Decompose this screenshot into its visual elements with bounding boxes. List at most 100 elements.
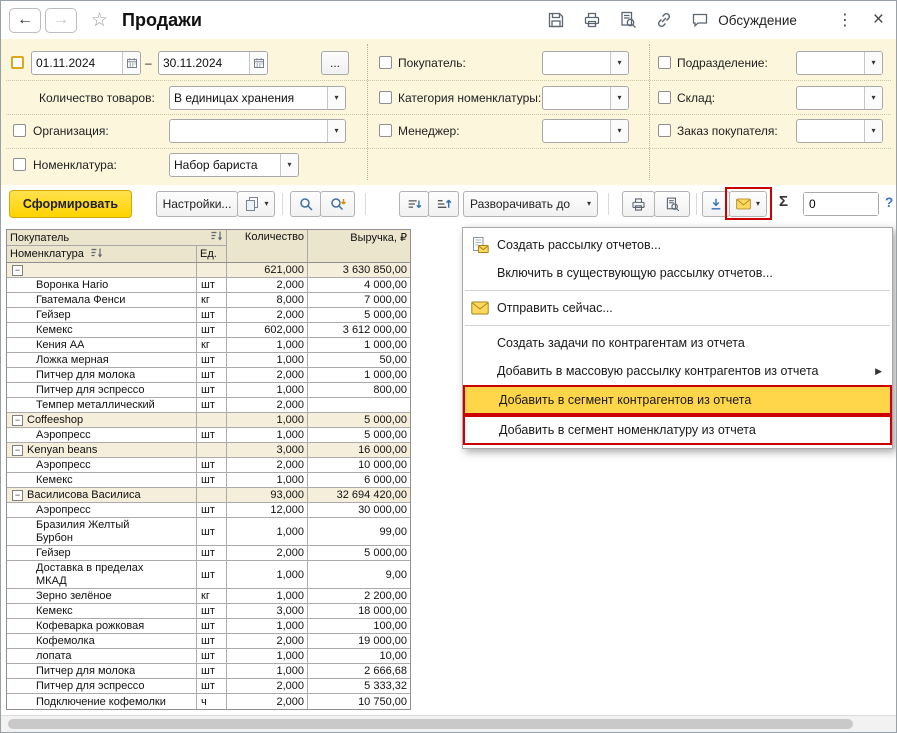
buyer-checkbox[interactable] [379,56,392,69]
manager-checkbox[interactable] [379,124,392,137]
nomenclature-combo[interactable]: Набор бариста ▾ [169,153,299,177]
collapse-minus-icon[interactable]: − [12,444,23,456]
group-row[interactable]: − Kenyan beans 3,000 16 000,00 [7,443,410,458]
sum-input[interactable] [804,193,878,215]
menu-item[interactable]: Отправить сейчас... [463,294,892,322]
expand-to-button[interactable]: Разворачивать до ▾ [463,191,598,217]
order-combo[interactable]: ▾ [796,119,883,143]
chevron-down-icon[interactable]: ▾ [864,87,882,109]
category-combo[interactable]: ▾ [542,86,629,110]
table-row[interactable]: Питчер для молока шт 1,000 2 666,68 [7,664,410,679]
organization-checkbox[interactable] [13,124,26,137]
date-from-field[interactable] [31,51,141,75]
department-combo[interactable]: ▾ [796,51,883,75]
period-checkbox[interactable] [11,56,24,69]
sort-icon[interactable] [210,230,223,245]
discussion-icon[interactable] [689,9,711,31]
organization-combo[interactable]: ▾ [169,119,346,143]
print-preview-button[interactable] [654,191,690,217]
group-row[interactable]: − Coffeeshop 1,000 5 000,00 [7,413,410,428]
collapse-minus-icon[interactable]: − [12,414,23,426]
table-row[interactable]: Аэропресс шт 1,000 5 000,00 [7,428,410,443]
table-row[interactable]: Аэропресс шт 2,000 10 000,00 [7,458,410,473]
chevron-down-icon[interactable]: ▾ [864,52,882,74]
menu-item[interactable]: Добавить в сегмент контрагентов из отчет… [465,387,890,413]
date-to-input[interactable] [159,52,249,74]
print-icon[interactable] [581,9,603,31]
help-button[interactable]: ? [885,195,893,210]
group-row[interactable]: − 621,000 3 630 850,00 [7,263,410,278]
sum-sigma-button[interactable]: Σ [779,193,788,210]
sum-field[interactable] [803,192,879,216]
collapse-minus-icon[interactable]: − [12,489,23,501]
warehouse-combo[interactable]: ▾ [796,86,883,110]
horizontal-scrollbar[interactable] [1,715,896,732]
date-to-field[interactable] [158,51,268,75]
table-row[interactable]: Темпер металлический шт 2,000 [7,398,410,413]
date-from-input[interactable] [32,52,122,74]
department-checkbox[interactable] [658,56,671,69]
table-row[interactable]: Питчер для молока шт 2,000 1 000,00 [7,368,410,383]
table-row[interactable]: Аэропресс шт 12,000 30 000,00 [7,503,410,518]
chevron-down-icon[interactable]: ▾ [327,120,345,142]
back-button[interactable]: ← [9,7,41,33]
table-row[interactable]: Ложка мерная шт 1,000 50,00 [7,353,410,368]
collapse-levels-button[interactable] [399,191,429,217]
menu-item[interactable]: Создать рассылку отчетов... [463,231,892,259]
collapse-minus-icon[interactable]: − [12,264,23,276]
discussion-label[interactable]: Обсуждение [718,13,797,28]
chevron-down-icon[interactable]: ▾ [327,87,345,109]
group-row[interactable]: − Василисова Василиса 93,000 32 694 420,00 [7,488,410,503]
expand-levels-button[interactable] [428,191,459,217]
table-row[interactable]: Питчер для эспрессо шт 1,000 800,00 [7,383,410,398]
chevron-down-icon[interactable]: ▾ [864,120,882,142]
table-row[interactable]: Кемекс шт 1,000 6 000,00 [7,473,410,488]
nomenclature-checkbox[interactable] [13,158,26,171]
table-row[interactable]: Гейзер шт 2,000 5 000,00 [7,308,410,323]
table-row[interactable]: Кемекс шт 3,000 18 000,00 [7,604,410,619]
manager-combo[interactable]: ▾ [542,119,629,143]
search-next-button[interactable] [320,191,355,217]
menu-item[interactable]: Добавить в массовую рассылку контрагенто… [463,357,892,385]
table-row[interactable]: Кения АА кг 1,000 1 000,00 [7,338,410,353]
search-button[interactable] [290,191,321,217]
table-row[interactable]: Кофеварка рожковая шт 1,000 100,00 [7,619,410,634]
table-row[interactable]: Подключение кофемолки ч 2,000 10 750,00 [7,694,410,709]
save-icon[interactable] [545,9,567,31]
sort-icon[interactable] [90,247,103,262]
order-checkbox[interactable] [658,124,671,137]
table-row[interactable]: Гейзер шт 2,000 5 000,00 [7,546,410,561]
calendar-icon[interactable] [122,52,140,74]
print-button[interactable] [622,191,655,217]
menu-item[interactable]: Добавить в сегмент номенклатуру из отчет… [465,417,890,443]
save-result-button[interactable] [702,191,730,217]
chevron-down-icon[interactable]: ▾ [610,87,628,109]
preview-icon[interactable] [617,9,639,31]
table-row[interactable]: лопата шт 1,000 10,00 [7,649,410,664]
menu-item[interactable]: Создать задачи по контрагентам из отчета [463,329,892,357]
warehouse-checkbox[interactable] [658,91,671,104]
table-row[interactable]: Питчер для эспрессо шт 2,000 5 333,32 [7,679,410,694]
scrollbar-thumb[interactable] [8,719,853,729]
favorite-star-icon[interactable]: ☆ [91,9,108,32]
settings-button[interactable]: Настройки... [156,191,238,217]
period-options-button[interactable]: ... [321,51,349,75]
chevron-down-icon[interactable]: ▾ [610,120,628,142]
forward-button[interactable]: → [45,7,77,33]
generate-button[interactable]: Сформировать [9,190,132,218]
table-row[interactable]: Доставка в пределах МКАД шт 1,000 9,00 [7,561,410,589]
table-row[interactable]: Гватемала Фенси кг 8,000 7 000,00 [7,293,410,308]
table-row[interactable]: Зерно зелёное кг 1,000 2 200,00 [7,589,410,604]
send-by-email-button[interactable]: ▾ [729,191,767,217]
table-row[interactable]: Кемекс шт 602,000 3 612 000,00 [7,323,410,338]
table-row[interactable]: Бразилия Желтый Бурбон шт 1,000 99,00 [7,518,410,546]
settings-variants-button[interactable]: ▾ [237,191,275,217]
chevron-down-icon[interactable]: ▾ [280,154,298,176]
table-row[interactable]: Кофемолка шт 2,000 19 000,00 [7,634,410,649]
calendar-icon[interactable] [249,52,267,74]
menu-item[interactable]: Включить в существующую рассылку отчетов… [463,259,892,287]
category-checkbox[interactable] [379,91,392,104]
more-menu-icon[interactable]: ⋮ [837,10,853,30]
chevron-down-icon[interactable]: ▾ [610,52,628,74]
quantity-mode-combo[interactable]: В единицах хранения ▾ [169,86,346,110]
